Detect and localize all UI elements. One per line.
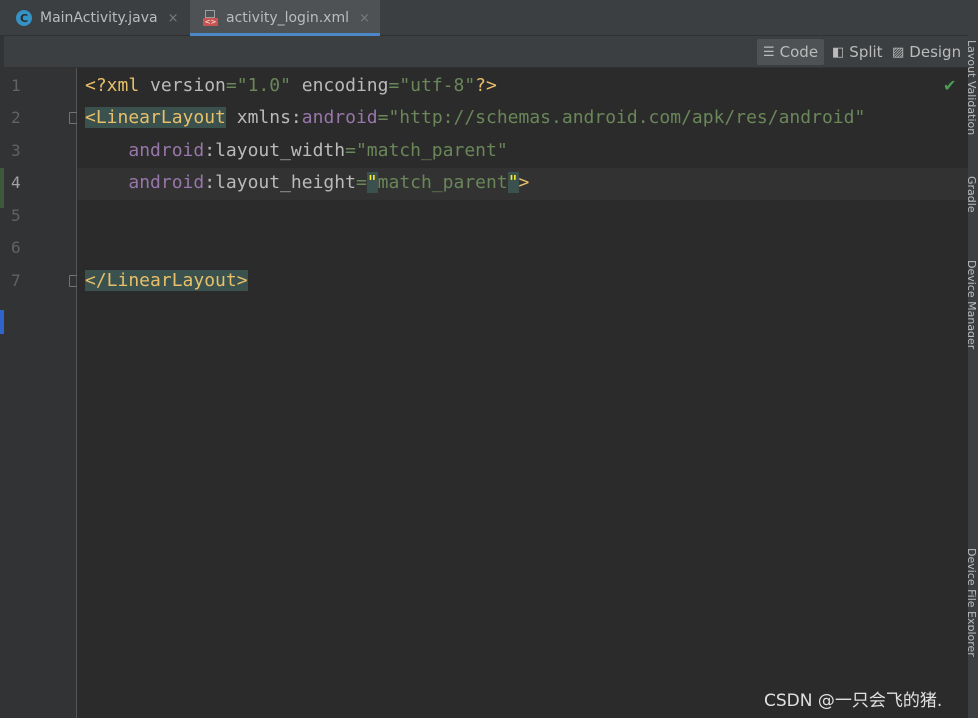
tag-close: > [518,172,530,193]
closing-tag: </LinearLayout> [85,270,248,291]
attr-value: "utf-8" [399,75,476,96]
namespace: android [128,140,205,161]
line-number: 6 [11,238,21,257]
code-line-3: android:layout_width="match_parent" [85,135,508,167]
split-icon: ◧ [832,44,845,60]
code-view-button[interactable]: ☰ Code [757,39,824,65]
equals: = [345,140,356,161]
java-class-icon: C [16,10,32,26]
attr-name: xmlns [225,107,291,128]
layout-validation-tool[interactable]: Layout Validation [968,40,978,140]
attr-name: encoding [290,75,389,96]
editor-view-toolbar: ☰ Code ◧ Split ▨ Design [0,36,968,68]
code-line-2: <LinearLayout xmlns:android="http://sche… [85,102,865,134]
tab-activity-login[interactable]: <> activity_login.xml × [190,0,380,36]
attr-name: layout_width [215,140,346,161]
equals: = [355,172,367,193]
equals: = [377,107,389,128]
tab-label: MainActivity.java [40,10,158,26]
line-number: 3 [11,141,21,160]
line-number-current: 4 [11,173,21,192]
watermark: CSDN @一只会飞的猪. [764,691,943,711]
xml-file-icon: <> [202,10,218,26]
tag-name: <LinearLayout [85,107,226,128]
xml-declaration-open: <?xml [85,75,151,96]
image-icon: ▨ [892,44,905,60]
close-icon[interactable]: × [168,11,179,26]
colon: : [290,107,302,128]
right-tool-strip: Layout Validation Gradle Device Manager … [968,0,978,718]
attr-name: layout_height [215,172,356,193]
matched-quote: " [366,172,378,193]
attr-value: "1.0" [236,75,291,96]
line-number: 2 [11,108,21,127]
attr-value: match_parent [377,172,508,193]
namespace: android [128,172,205,193]
code-line-4: android:layout_height="match_parent"> [85,167,529,199]
split-view-button[interactable]: ◧ Split [826,39,886,65]
line-number: 5 [11,206,21,225]
code-line-1: <?xml version="1.0" encoding="utf-8"?> [85,70,497,102]
attr-value: "http://schemas.android.com/apk/res/andr… [388,107,866,128]
split-view-label: Split [849,43,883,61]
tab-main-activity[interactable]: C MainActivity.java × [8,0,188,36]
colon: : [204,140,216,161]
namespace: android [301,107,378,128]
equals: = [225,75,237,96]
code-editor[interactable]: ✔ <?xml version="1.0" encoding="utf-8"?>… [77,68,968,718]
lines-icon: ☰ [763,44,775,60]
gradle-tool[interactable]: Gradle [968,176,978,236]
xml-declaration-close: ?> [475,75,497,96]
line-number: 1 [11,76,21,95]
design-view-button[interactable]: ▨ Design [886,39,966,65]
code-view-label: Code [779,43,819,61]
equals: = [388,75,400,96]
code-line-7: </LinearLayout> [85,265,248,297]
line-number-gutter: 1 2 3 4 5 6 7 [4,68,81,718]
device-file-explorer-tool[interactable]: Device File Explorer [968,548,978,688]
design-view-label: Design [909,43,962,61]
attr-name: version [150,75,226,96]
attr-value: "match_parent" [355,140,508,161]
tab-label: activity_login.xml [226,10,349,26]
matched-quote: " [507,172,519,193]
colon: : [204,172,216,193]
line-number: 7 [11,271,21,290]
device-manager-tool[interactable]: Device Manager [968,260,978,380]
check-icon: ✔ [943,76,957,95]
close-icon[interactable]: × [359,11,370,26]
editor-tab-bar: C MainActivity.java × <> activity_login.… [0,0,968,36]
